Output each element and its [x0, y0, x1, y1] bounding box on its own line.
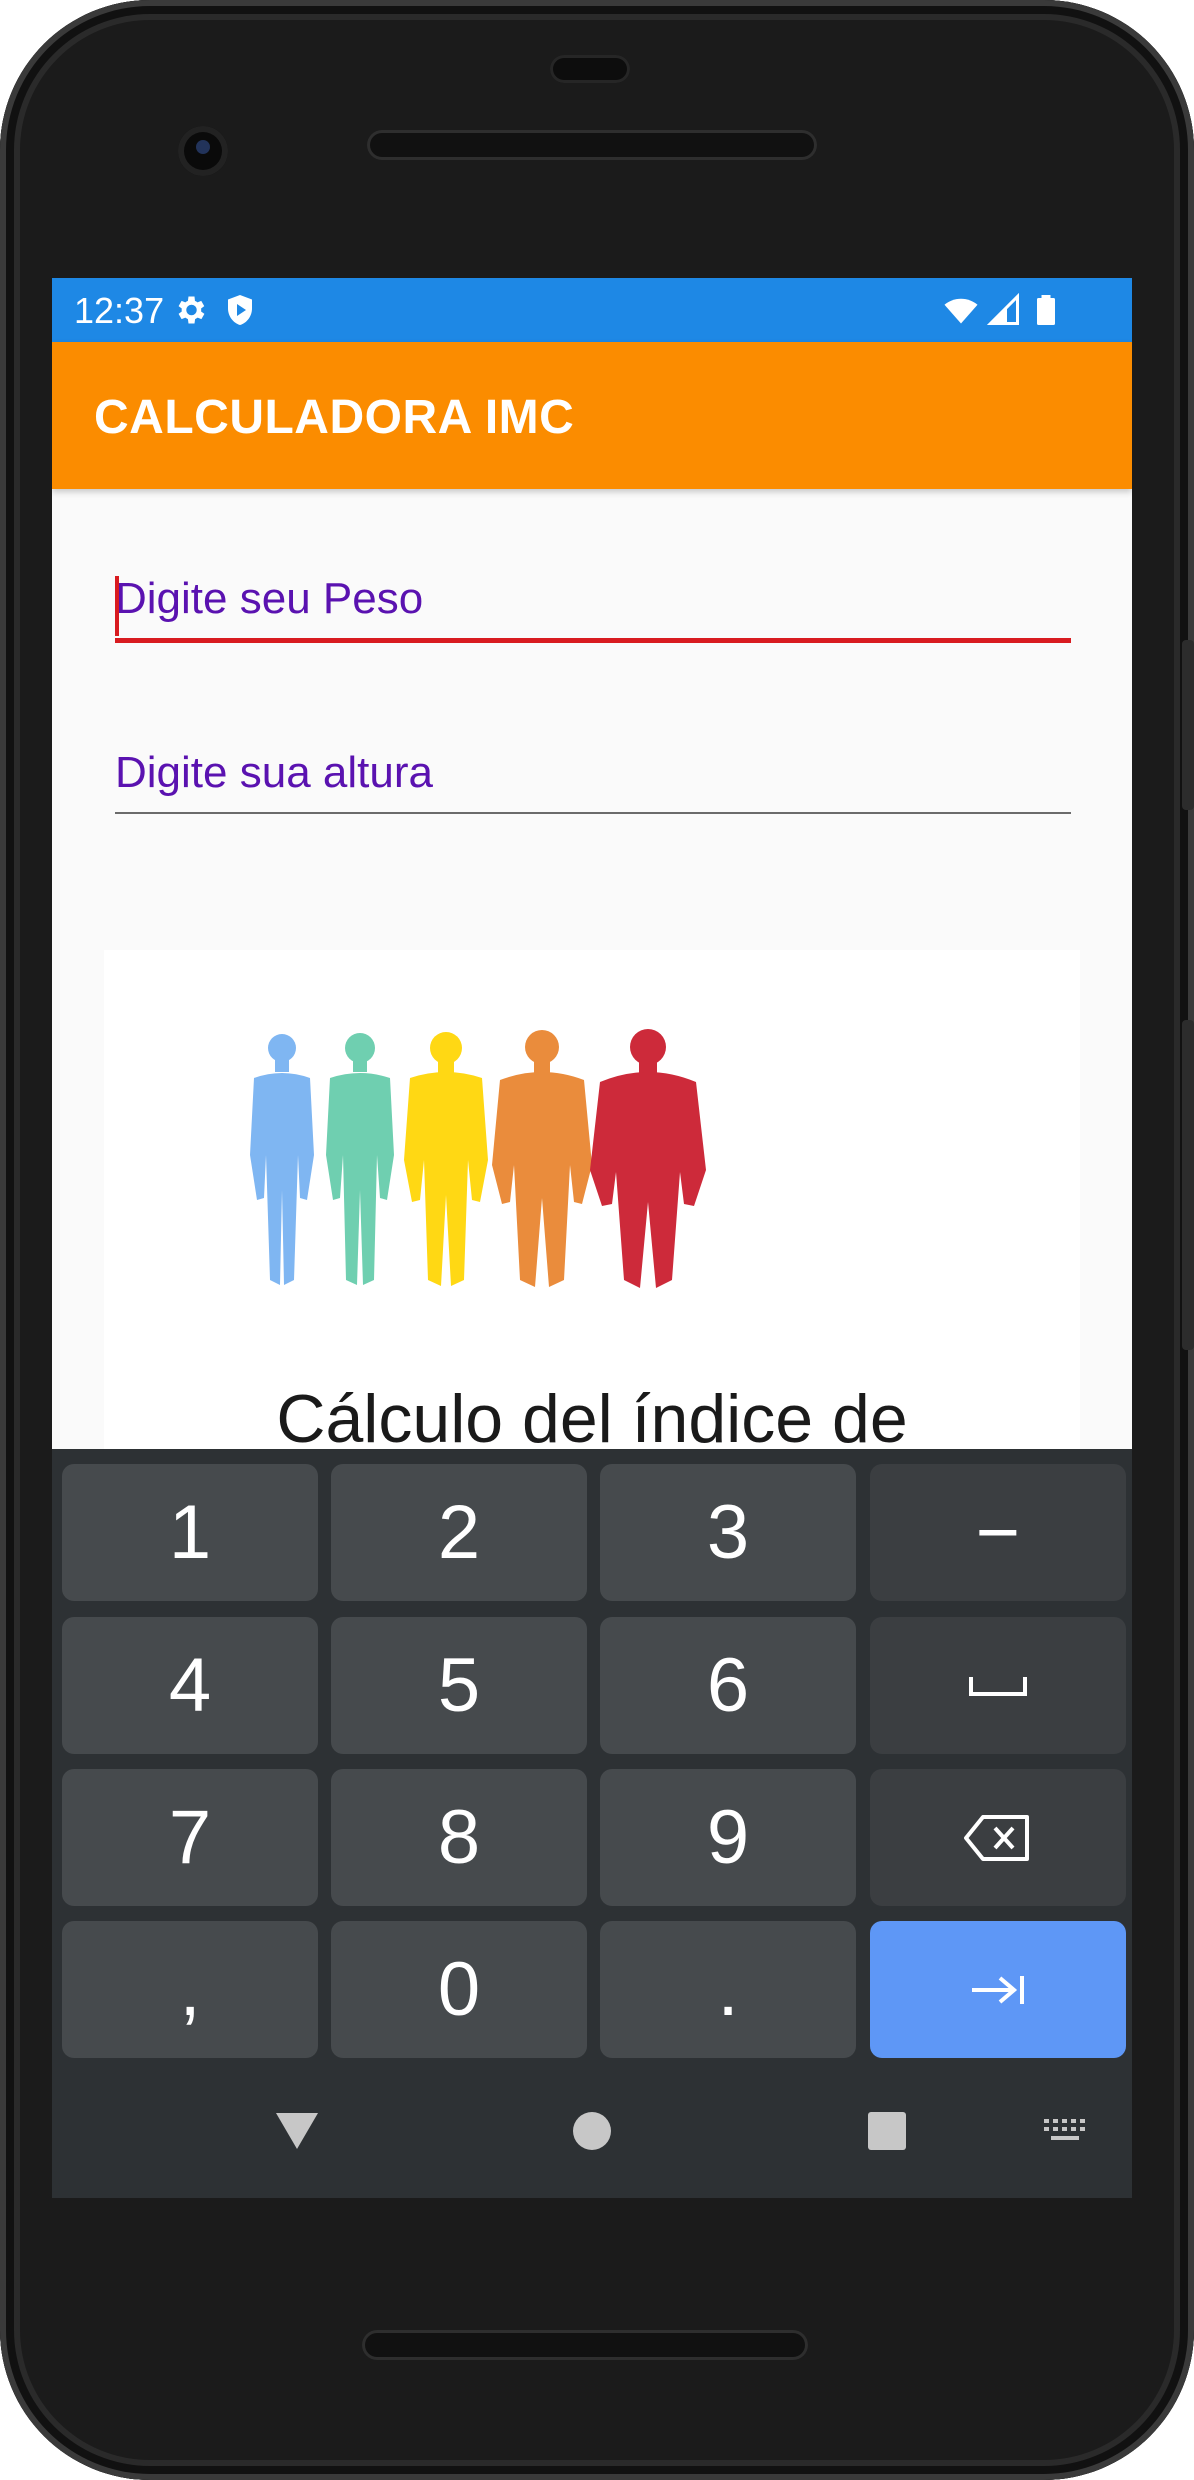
height-input[interactable] — [115, 748, 1071, 812]
silhouette-1 — [250, 1034, 314, 1285]
key-9[interactable]: 9 — [600, 1769, 856, 1906]
keyboard-switch-button[interactable] — [1030, 2064, 1100, 2198]
text-cursor — [115, 576, 119, 636]
home-button[interactable] — [547, 2064, 637, 2198]
volume-button — [1182, 640, 1194, 810]
key-comma[interactable]: , — [62, 1921, 318, 2058]
height-field[interactable] — [115, 748, 1071, 814]
next-field-icon — [972, 1975, 1024, 2004]
status-bar: 12:37 — [52, 278, 1132, 342]
back-button[interactable] — [252, 2064, 342, 2198]
front-camera — [178, 126, 228, 176]
recents-icon — [868, 2112, 906, 2150]
status-time: 12:37 — [74, 290, 165, 331]
earpiece — [550, 55, 630, 83]
screen: 12:37 CALCULADORA IMC Digite seu Peso Di… — [52, 278, 1132, 2198]
key-period[interactable]: . — [600, 1921, 856, 2058]
key-7[interactable]: 7 — [62, 1769, 318, 1906]
body-silhouettes-image — [250, 1029, 706, 1288]
key-backspace[interactable] — [870, 1769, 1126, 1906]
backspace-icon — [964, 1814, 1029, 1861]
space-icon — [969, 1676, 1027, 1696]
recents-button[interactable] — [842, 2064, 932, 2198]
key-1[interactable]: 1 — [62, 1464, 318, 1601]
key-3[interactable]: 3 — [600, 1464, 856, 1601]
key-0[interactable]: 0 — [331, 1921, 587, 2058]
wifi-icon — [944, 298, 978, 324]
navigation-bar — [52, 2064, 1132, 2198]
key-8[interactable]: 8 — [331, 1769, 587, 1906]
app-bar: CALCULADORA IMC — [52, 342, 1132, 489]
bmi-banner-image: Cálculo del índice de — [104, 950, 1080, 1470]
top-speaker — [367, 130, 817, 160]
key-6[interactable]: 6 — [600, 1617, 856, 1754]
silhouette-2 — [326, 1033, 394, 1285]
bottom-speaker — [362, 2330, 808, 2360]
banner-caption: Cálculo del índice de — [276, 1381, 908, 1457]
home-icon — [573, 2112, 611, 2150]
battery-icon — [1037, 295, 1055, 325]
power-button — [1182, 1020, 1194, 1350]
numeric-keyboard: 1 2 3 − 4 5 6 7 8 9 , 0 . — [52, 1449, 1132, 2198]
phone-frame: 12:37 CALCULADORA IMC Digite seu Peso Di… — [0, 0, 1194, 2480]
silhouette-5 — [590, 1029, 706, 1288]
keyboard-switch-icon — [1044, 2119, 1085, 2140]
weight-underline — [115, 638, 1071, 643]
back-icon — [276, 2113, 318, 2149]
silhouette-4 — [492, 1030, 592, 1287]
app-title: CALCULADORA IMC — [94, 391, 575, 444]
height-underline — [115, 812, 1071, 814]
gear-icon — [178, 296, 205, 324]
key-next[interactable] — [870, 1921, 1126, 2058]
shield-icon — [228, 295, 252, 325]
signal-icon — [986, 292, 1019, 325]
key-2[interactable]: 2 — [331, 1464, 587, 1601]
silhouette-3 — [404, 1032, 488, 1286]
key-space[interactable] — [870, 1617, 1126, 1754]
weight-input[interactable] — [115, 574, 1071, 638]
key-5[interactable]: 5 — [331, 1617, 587, 1754]
key-4[interactable]: 4 — [62, 1617, 318, 1754]
weight-field[interactable] — [115, 574, 1071, 643]
key-minus[interactable]: − — [870, 1464, 1126, 1601]
